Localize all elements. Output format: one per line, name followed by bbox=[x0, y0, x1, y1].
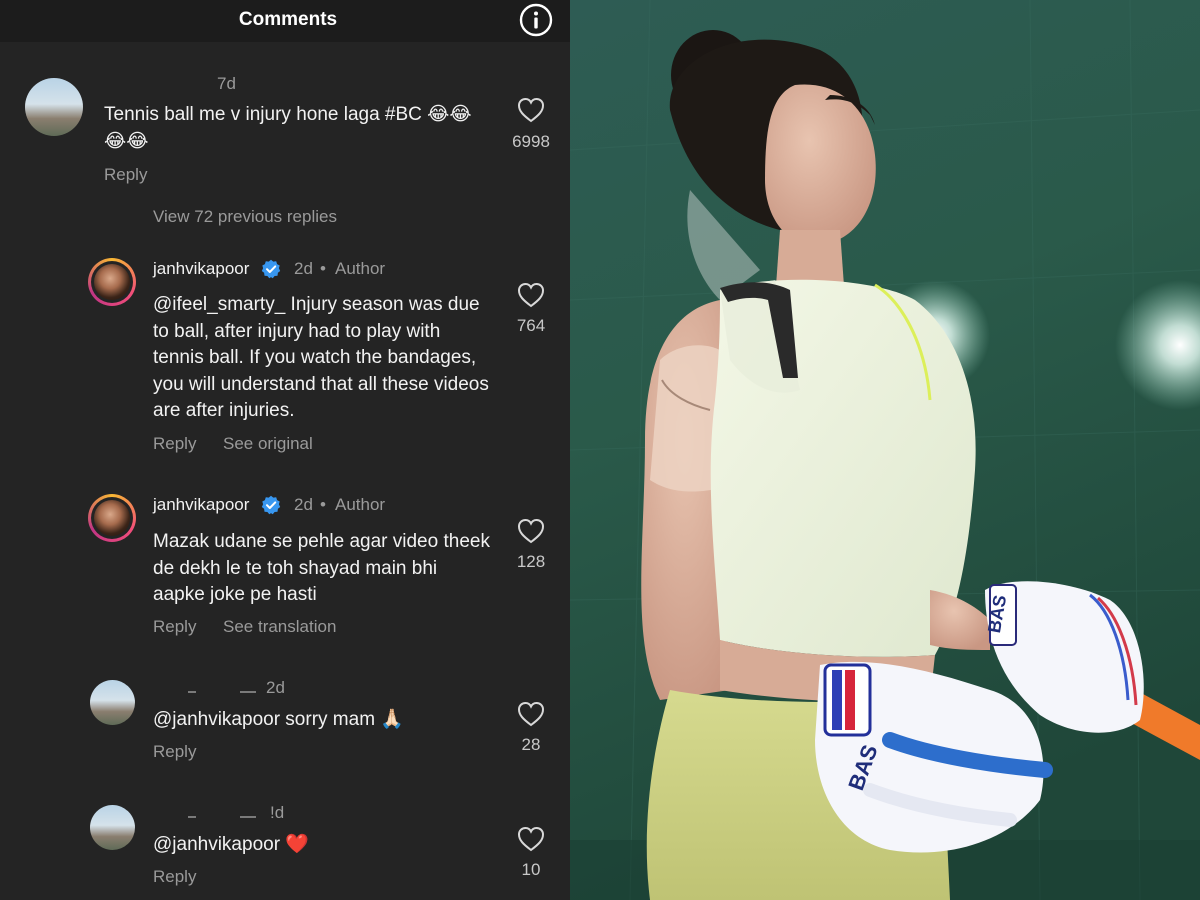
heart-icon[interactable] bbox=[517, 282, 545, 308]
redacted-username bbox=[240, 816, 256, 818]
reply-button[interactable]: Reply bbox=[153, 742, 196, 762]
like-count: 28 bbox=[521, 735, 541, 754]
reply-text: @janhvikapoor ❤️ bbox=[153, 834, 309, 855]
see-translation-button[interactable]: See translation bbox=[223, 617, 336, 637]
like-count: 10 bbox=[521, 860, 541, 879]
reply-text: Mazak udane se pehle agar video theek de… bbox=[153, 531, 490, 605]
reply-timestamp: 2d bbox=[294, 495, 313, 514]
post-photo: BAS BAS bbox=[570, 0, 1200, 900]
bullet-separator: • bbox=[320, 259, 326, 278]
view-previous-replies-button[interactable]: View 72 previous replies bbox=[153, 207, 337, 227]
verified-badge-icon bbox=[261, 495, 281, 515]
like-count: 764 bbox=[516, 316, 546, 335]
see-original-button[interactable]: See original bbox=[223, 434, 313, 454]
reply-username[interactable]: janhvikapoor bbox=[153, 259, 249, 279]
redacted-username bbox=[188, 816, 196, 818]
commenter-avatar[interactable] bbox=[90, 680, 135, 725]
reply-timestamp: !d bbox=[270, 803, 285, 822]
reply-timestamp: 2d bbox=[266, 678, 285, 697]
redacted-username bbox=[188, 691, 196, 693]
bullet-separator: • bbox=[320, 495, 326, 514]
reply-text: @janhvikapoor sorry mam 🙏🏻 bbox=[153, 709, 404, 730]
author-badge: Author bbox=[335, 495, 386, 514]
reply-timestamp: 2d bbox=[294, 259, 313, 278]
info-icon[interactable] bbox=[519, 3, 553, 37]
heart-icon[interactable] bbox=[517, 701, 545, 727]
heart-icon[interactable] bbox=[517, 826, 545, 852]
comment-timestamp: 7d bbox=[217, 74, 236, 93]
avatar-photo bbox=[94, 264, 130, 300]
comments-header: Comments bbox=[0, 0, 570, 42]
redacted-username bbox=[240, 691, 256, 693]
comment-text: Tennis ball me v injury hone laga #BC 😂😂… bbox=[104, 104, 472, 152]
reply-button[interactable]: Reply bbox=[153, 867, 196, 887]
reply-button[interactable]: Reply bbox=[153, 617, 196, 637]
reply-username[interactable]: janhvikapoor bbox=[153, 495, 249, 515]
commenter-avatar[interactable] bbox=[25, 78, 83, 136]
avatar-photo bbox=[94, 500, 130, 536]
comments-title: Comments bbox=[238, 9, 338, 30]
reply-button[interactable]: Reply bbox=[104, 165, 147, 185]
author-avatar[interactable] bbox=[88, 494, 136, 542]
comments-panel: Comments 7d Tennis ball me v injury hone… bbox=[0, 0, 570, 900]
heart-icon[interactable] bbox=[517, 97, 545, 123]
reply-button[interactable]: Reply bbox=[153, 434, 196, 454]
author-avatar[interactable] bbox=[88, 258, 136, 306]
like-count: 6998 bbox=[512, 132, 550, 151]
verified-badge-icon bbox=[261, 259, 281, 279]
post-photo-illustration: BAS BAS bbox=[570, 0, 1200, 900]
reply-text: @ifeel_smarty_ Injury season was due to … bbox=[153, 294, 489, 421]
author-badge: Author bbox=[335, 259, 386, 278]
heart-icon[interactable] bbox=[517, 518, 545, 544]
commenter-avatar[interactable] bbox=[90, 805, 135, 850]
like-count: 128 bbox=[516, 552, 546, 571]
